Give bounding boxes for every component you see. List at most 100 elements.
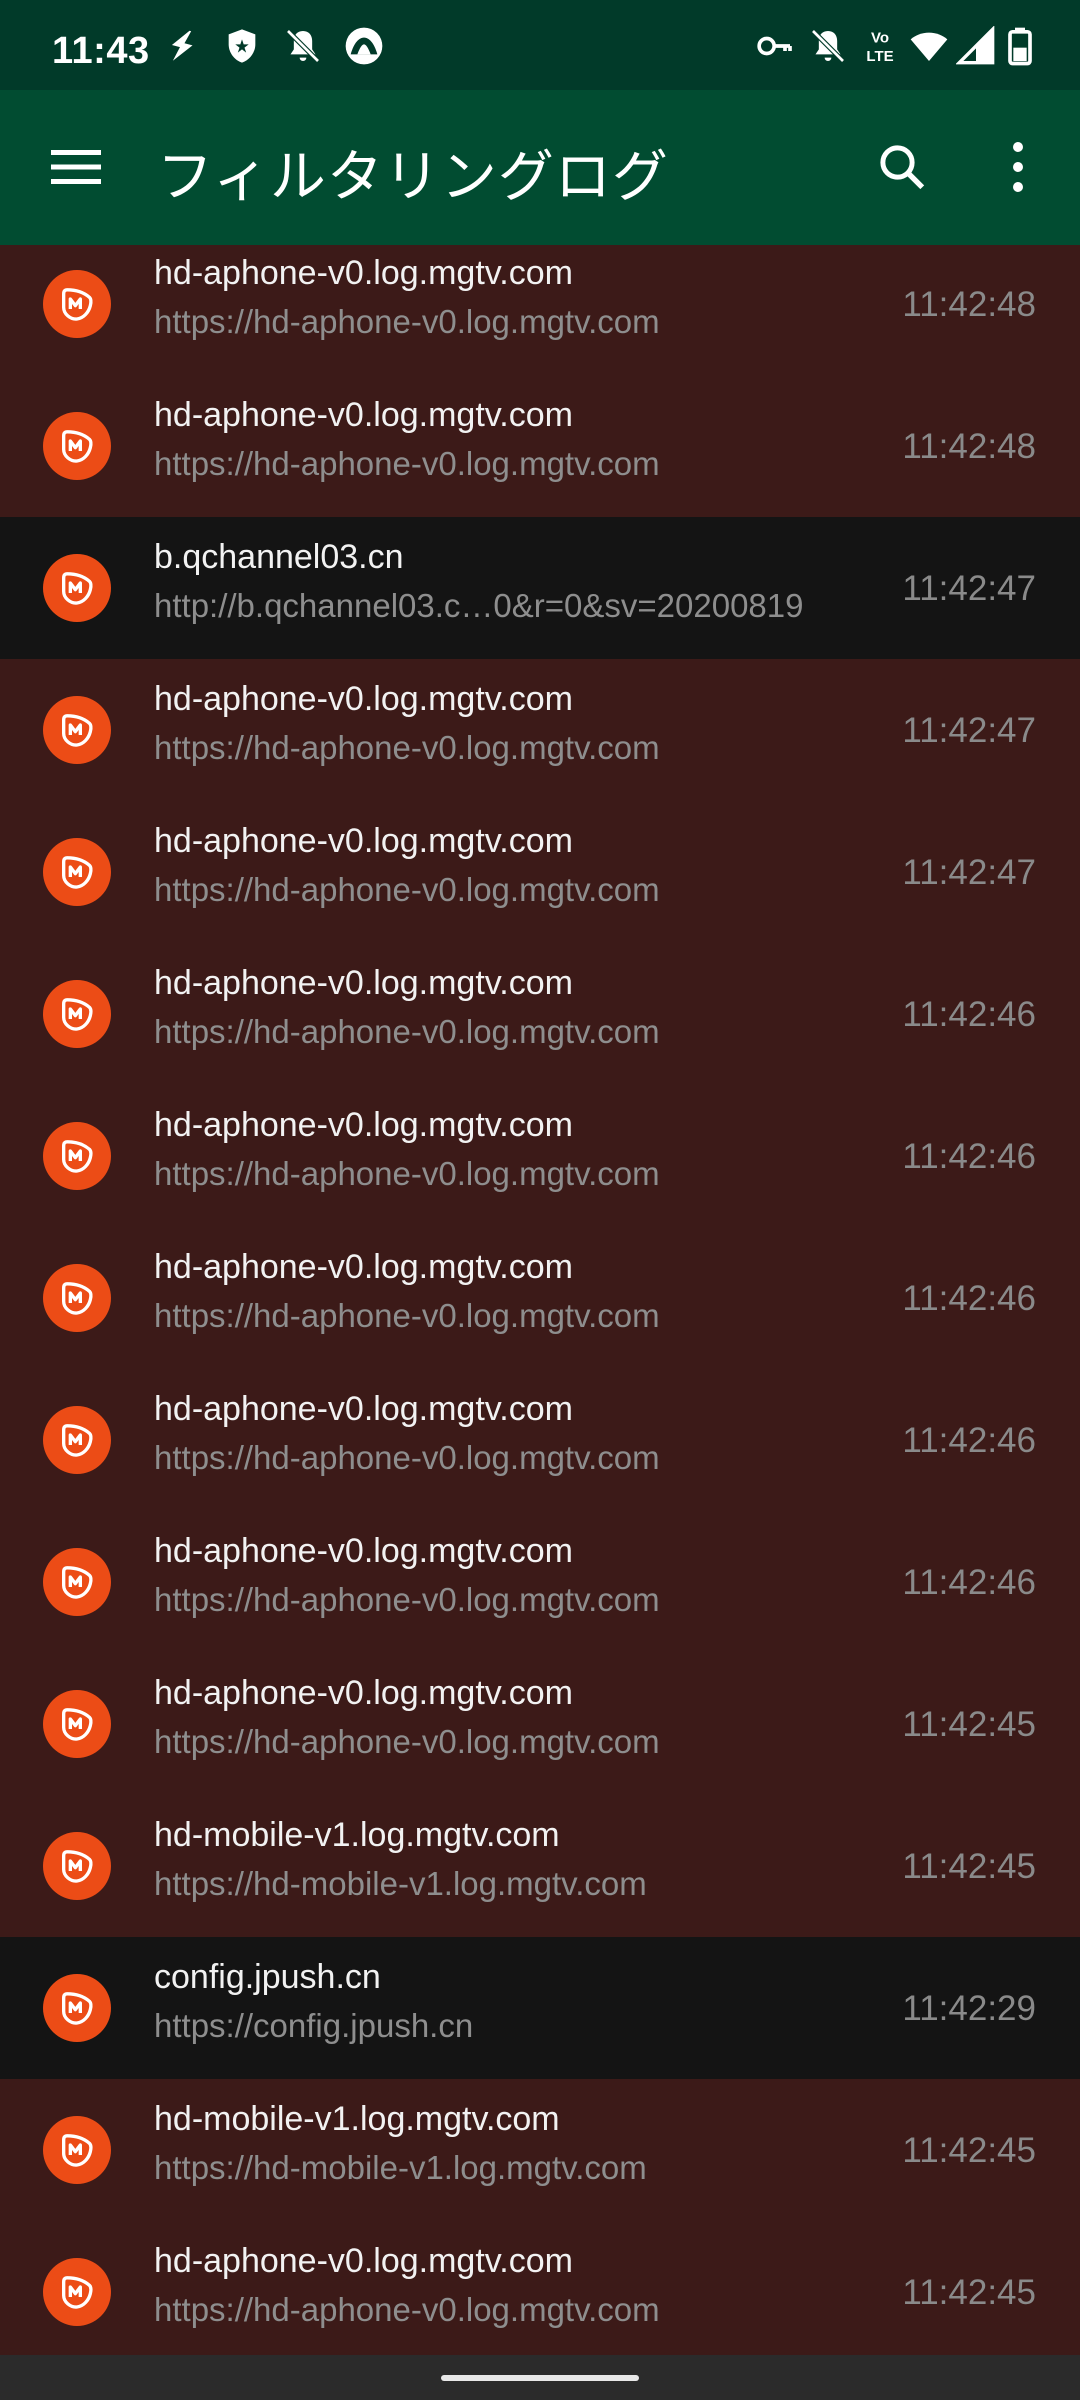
log-time: 11:42:45 <box>902 2131 1036 2170</box>
mgtv-app-icon <box>43 1548 111 1616</box>
log-domain: hd-aphone-v0.log.mgtv.com <box>154 1390 573 1428</box>
log-url: https://hd-aphone-v0.log.mgtv.com <box>154 1013 660 1050</box>
mgtv-app-icon <box>43 2116 111 2184</box>
log-row[interactable]: hd-aphone-v0.log.mgtv.com https://hd-apho… <box>0 1653 1080 1795</box>
filtering-log-list[interactable]: hd-aphone-v0.log.mgtv.com https://hd-apho… <box>0 245 1080 2355</box>
log-time: 11:42:45 <box>902 1705 1036 1744</box>
log-url: https://config.jpush.cn <box>154 2007 474 2044</box>
shield-icon <box>228 29 256 63</box>
log-url: https://hd-aphone-v0.log.mgtv.com <box>154 303 660 340</box>
signal-icon <box>956 26 995 65</box>
mgtv-app-icon <box>43 412 111 480</box>
navigation-bar <box>0 2355 1080 2400</box>
log-domain: hd-aphone-v0.log.mgtv.com <box>154 1248 573 1286</box>
log-row[interactable]: hd-aphone-v0.log.mgtv.com https://hd-apho… <box>0 2221 1080 2355</box>
log-row[interactable]: b.qchannel03.cn http://b.qchannel03.c…0&r… <box>0 517 1080 659</box>
log-row[interactable]: hd-aphone-v0.log.mgtv.com https://hd-apho… <box>0 1227 1080 1369</box>
key-icon <box>757 36 792 56</box>
hamburger-menu-icon <box>51 150 101 184</box>
log-time: 11:42:46 <box>902 995 1036 1034</box>
log-domain: hd-aphone-v0.log.mgtv.com <box>154 964 573 1002</box>
log-domain: hd-mobile-v1.log.mgtv.com <box>154 1816 560 1854</box>
log-time: 11:42:45 <box>902 2273 1036 2312</box>
svg-text:Vo: Vo <box>871 30 889 47</box>
log-domain: hd-aphone-v0.log.mgtv.com <box>154 254 573 292</box>
log-url: https://hd-aphone-v0.log.mgtv.com <box>154 445 660 482</box>
mgtv-app-icon <box>43 1690 111 1758</box>
log-row[interactable]: hd-mobile-v1.log.mgtv.com https://hd-mobi… <box>0 1795 1080 1937</box>
log-url: https://hd-aphone-v0.log.mgtv.com <box>154 729 660 766</box>
log-row[interactable]: hd-aphone-v0.log.mgtv.com https://hd-apho… <box>0 659 1080 801</box>
log-time: 11:42:47 <box>902 711 1036 750</box>
log-time: 11:42:47 <box>902 853 1036 892</box>
mgtv-app-icon <box>43 270 111 338</box>
log-row[interactable]: hd-aphone-v0.log.mgtv.com https://hd-apho… <box>0 245 1080 375</box>
volte-icon: Vo LTE <box>866 30 893 65</box>
log-row[interactable]: hd-aphone-v0.log.mgtv.com https://hd-apho… <box>0 801 1080 943</box>
log-url: https://hd-mobile-v1.log.mgtv.com <box>154 2149 647 2186</box>
mgtv-app-icon <box>43 554 111 622</box>
log-url: https://hd-aphone-v0.log.mgtv.com <box>154 871 660 908</box>
log-time: 11:42:46 <box>902 1563 1036 1602</box>
app-bar: フィルタリングログ <box>0 90 1080 245</box>
mgtv-app-icon <box>43 838 111 906</box>
log-url: https://hd-mobile-v1.log.mgtv.com <box>154 1865 647 1902</box>
log-time: 11:42:48 <box>902 285 1036 324</box>
log-domain: hd-aphone-v0.log.mgtv.com <box>154 822 573 860</box>
log-url: https://hd-aphone-v0.log.mgtv.com <box>154 1297 660 1334</box>
log-url: https://hd-aphone-v0.log.mgtv.com <box>154 1581 660 1618</box>
log-url: https://hd-aphone-v0.log.mgtv.com <box>154 2291 660 2328</box>
bell-off-icon <box>286 29 320 63</box>
page-title: フィルタリングログ <box>157 145 669 210</box>
log-domain: hd-aphone-v0.log.mgtv.com <box>154 1532 573 1570</box>
log-domain: b.qchannel03.cn <box>154 538 404 576</box>
wifi-icon <box>910 32 948 61</box>
log-row[interactable]: hd-aphone-v0.log.mgtv.com https://hd-apho… <box>0 1369 1080 1511</box>
svg-text:LTE: LTE <box>866 48 893 65</box>
mgtv-app-icon <box>43 980 111 1048</box>
log-row[interactable]: hd-aphone-v0.log.mgtv.com https://hd-apho… <box>0 1085 1080 1227</box>
log-domain: hd-aphone-v0.log.mgtv.com <box>154 2242 573 2280</box>
mgtv-app-icon <box>43 1974 111 2042</box>
battery-icon <box>1008 27 1032 66</box>
log-time: 11:42:48 <box>902 427 1036 466</box>
log-row[interactable]: hd-aphone-v0.log.mgtv.com https://hd-apho… <box>0 375 1080 517</box>
status-bar: 11:43 Vo LTE <box>0 0 1080 90</box>
mgtv-app-icon <box>43 2258 111 2326</box>
search-icon <box>880 145 925 190</box>
log-url: http://b.qchannel03.c…0&r=0&sv=20200819 <box>154 587 804 624</box>
log-row[interactable]: hd-aphone-v0.log.mgtv.com https://hd-apho… <box>0 1511 1080 1653</box>
more-options-button[interactable] <box>978 127 1058 207</box>
mgtv-app-icon <box>43 1832 111 1900</box>
log-row[interactable]: hd-aphone-v0.log.mgtv.com https://hd-apho… <box>0 943 1080 1085</box>
log-time: 11:42:45 <box>902 1847 1036 1886</box>
log-domain: hd-aphone-v0.log.mgtv.com <box>154 396 573 434</box>
log-domain: config.jpush.cn <box>154 1958 381 1996</box>
more-vert-icon <box>1013 142 1023 192</box>
log-row[interactable]: hd-mobile-v1.log.mgtv.com https://hd-mobi… <box>0 2079 1080 2221</box>
mgtv-app-icon <box>43 1406 111 1474</box>
log-domain: hd-mobile-v1.log.mgtv.com <box>154 2100 560 2138</box>
log-url: https://hd-aphone-v0.log.mgtv.com <box>154 1723 660 1760</box>
log-time: 11:42:46 <box>902 1279 1036 1318</box>
log-time: 11:42:29 <box>902 1989 1036 2028</box>
gesture-handle[interactable] <box>441 2375 639 2381</box>
app-status-icon <box>345 27 383 65</box>
log-time: 11:42:46 <box>902 1421 1036 1460</box>
log-domain: hd-aphone-v0.log.mgtv.com <box>154 1674 573 1712</box>
mgtv-app-icon <box>43 1122 111 1190</box>
bell-off-icon <box>811 29 845 63</box>
menu-button[interactable] <box>36 127 116 207</box>
log-row[interactable]: config.jpush.cn https://config.jpush.cn 11… <box>0 1937 1080 2079</box>
flash-icon <box>171 30 193 61</box>
log-time: 11:42:46 <box>902 1137 1036 1176</box>
mgtv-app-icon <box>43 1264 111 1332</box>
search-button[interactable] <box>862 127 942 207</box>
log-time: 11:42:47 <box>902 569 1036 608</box>
log-domain: hd-aphone-v0.log.mgtv.com <box>154 680 573 718</box>
log-url: https://hd-aphone-v0.log.mgtv.com <box>154 1155 660 1192</box>
status-time: 11:43 <box>52 30 150 72</box>
log-url: https://hd-aphone-v0.log.mgtv.com <box>154 1439 660 1476</box>
log-domain: hd-aphone-v0.log.mgtv.com <box>154 1106 573 1144</box>
mgtv-app-icon <box>43 696 111 764</box>
